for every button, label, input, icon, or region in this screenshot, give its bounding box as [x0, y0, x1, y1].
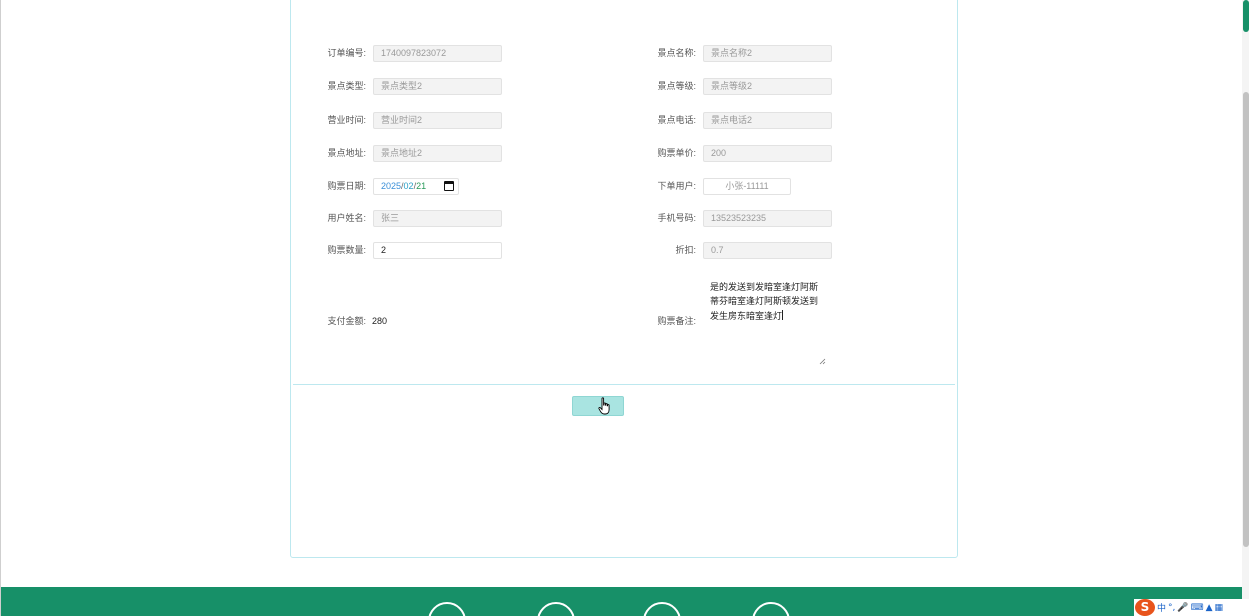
payment-amount-label: 支付金额: [327, 316, 366, 326]
scenic-name-label: 景点名称: [657, 48, 696, 58]
user-name-field: 张三 [373, 210, 502, 227]
scrollbar-thumb[interactable] [1243, 92, 1249, 547]
scenic-level-field: 景点等级2 [703, 78, 832, 95]
calendar-icon[interactable] [444, 181, 454, 191]
site-footer [1, 587, 1249, 616]
text-caret [782, 309, 784, 320]
keyboard-icon[interactable]: ⌨ [1191, 603, 1204, 613]
footer-phone-icon[interactable] [537, 602, 575, 616]
scenic-name-field: 景点名称2 [703, 45, 832, 62]
scenic-phone-field: 景点电话2 [703, 112, 832, 129]
hand-pointer-icon [598, 397, 610, 415]
date-day: 21 [416, 181, 427, 191]
remark-textarea[interactable]: 是的发送到发暗室逢灯阿斯蒂芬暗室逢灯阿斯顿发送到发生房东暗室逢灯 [703, 278, 827, 366]
ticket-quantity-label: 购票数量: [327, 245, 366, 255]
order-number-field: 1740097823072 [373, 45, 502, 62]
page: 订单编号: 1740097823072 景点类型: 景点类型2 营业时间: 营业… [0, 0, 1249, 616]
scenic-address-field: 景点地址2 [373, 145, 502, 162]
scenic-phone-label: 景点电话: [657, 115, 696, 125]
ime-chinese-mode[interactable]: 中 [1157, 601, 1166, 614]
opening-hours-field: 营业时间2 [373, 112, 502, 129]
discount-label: 折扣: [675, 245, 696, 255]
unit-price-label: 购票单价: [657, 148, 696, 158]
discount-field: 0.7 [703, 242, 832, 259]
purchase-date-label: 购票日期: [327, 181, 366, 191]
opening-hours-label: 营业时间: [327, 115, 366, 125]
date-year: 2025 [381, 181, 402, 191]
order-user-select[interactable]: 小张-11111 [703, 178, 791, 195]
grid-icon[interactable]: ▦ [1215, 603, 1224, 613]
payment-amount-value: 280 [372, 316, 388, 326]
user-name-label: 用户姓名: [327, 213, 366, 223]
shirt-icon[interactable]: ▲ [1206, 603, 1213, 613]
purchase-date-input[interactable]: 2025/02/21 [373, 178, 459, 195]
ime-punctuation[interactable]: °, [1168, 603, 1175, 613]
scenic-type-label: 景点类型: [327, 81, 366, 91]
footer-location-icon[interactable] [428, 602, 466, 616]
footer-email-icon[interactable] [643, 602, 681, 616]
phone-number-label: 手机号码: [657, 213, 696, 223]
phone-number-field: 13523523235 [703, 210, 832, 227]
ticket-quantity-input[interactable]: 2 [373, 242, 502, 259]
order-user-label: 下单用户: [657, 181, 696, 191]
scenic-level-label: 景点等级: [657, 81, 696, 91]
scrollbar-top-indicator [1243, 0, 1249, 32]
resize-handle-icon[interactable] [819, 358, 826, 365]
form-divider [293, 384, 955, 385]
remark-label: 购票备注: [657, 316, 696, 326]
date-month: 02 [403, 181, 414, 191]
ime-toolbar[interactable]: S 中 °, 🎤 ⌨ ▲ ▦ [1134, 599, 1249, 616]
order-number-label: 订单编号: [327, 48, 366, 58]
unit-price-field: 200 [703, 145, 832, 162]
scenic-address-label: 景点地址: [327, 148, 366, 158]
scenic-type-field: 景点类型2 [373, 78, 502, 95]
footer-user-icon[interactable] [752, 602, 790, 616]
remark-text: 是的发送到发暗室逢灯阿斯蒂芬暗室逢灯阿斯顿发送到发生房东暗室逢灯 [710, 282, 819, 321]
microphone-icon[interactable]: 🎤 [1177, 603, 1188, 613]
sogou-logo-icon[interactable]: S [1135, 599, 1155, 616]
